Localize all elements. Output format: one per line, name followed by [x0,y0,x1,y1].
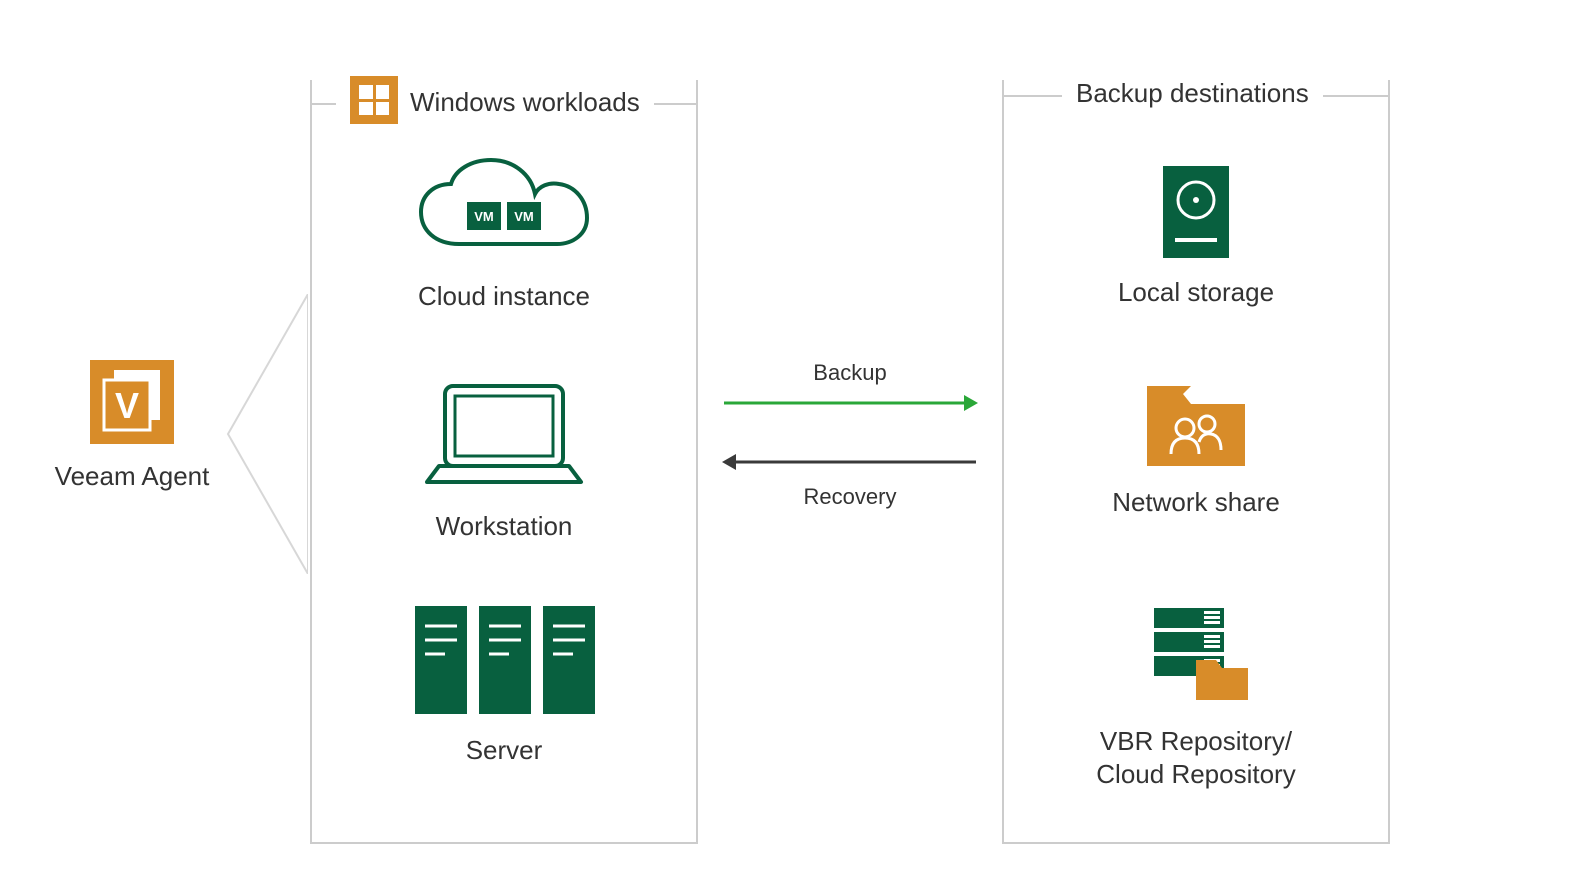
veeam-agent-block: V Veeam Agent [32,360,232,492]
windows-icon [350,76,398,124]
workloads-group: Windows workloads VM VM Cloud instance W… [310,80,698,844]
server-icon [399,707,609,724]
destinations-group: Backup destinations Local storage [1002,80,1390,844]
disk-icon [1151,249,1241,266]
cloud-instance-label: Cloud instance [312,281,696,312]
cloud-instance-item: VM VM Cloud instance [312,156,696,312]
local-storage-item: Local storage [1004,162,1388,308]
backup-arrow-icon [720,402,980,419]
recovery-arrow-icon [720,461,980,478]
workstation-item: Workstation [312,376,696,542]
repository-icon [1136,697,1256,714]
svg-text:V: V [115,385,139,426]
svg-text:VM: VM [514,209,534,224]
recovery-arrow-label: Recovery [720,484,980,510]
repository-label: VBR Repository/Cloud Repository [1004,725,1388,790]
laptop-icon [409,483,599,500]
workloads-title: Windows workloads [410,87,640,118]
server-label: Server [312,735,696,766]
svg-text:VM: VM [474,209,494,224]
veeam-agent-label: Veeam Agent [32,461,232,492]
destinations-title: Backup destinations [1076,78,1309,109]
server-item: Server [312,600,696,766]
local-storage-label: Local storage [1004,277,1388,308]
workstation-label: Workstation [312,511,696,542]
network-share-label: Network share [1004,487,1388,518]
network-share-folder-icon [1141,459,1251,476]
arrows-area: Backup Recovery [720,360,980,510]
network-share-item: Network share [1004,380,1388,518]
workloads-group-header: Windows workloads [312,80,696,128]
destinations-group-header: Backup destinations [1004,80,1388,111]
backup-arrow-label: Backup [720,360,980,386]
cloud-instance-icon: VM VM [409,253,599,270]
repository-item: VBR Repository/Cloud Repository [1004,600,1388,790]
veeam-agent-icon: V [90,360,174,449]
